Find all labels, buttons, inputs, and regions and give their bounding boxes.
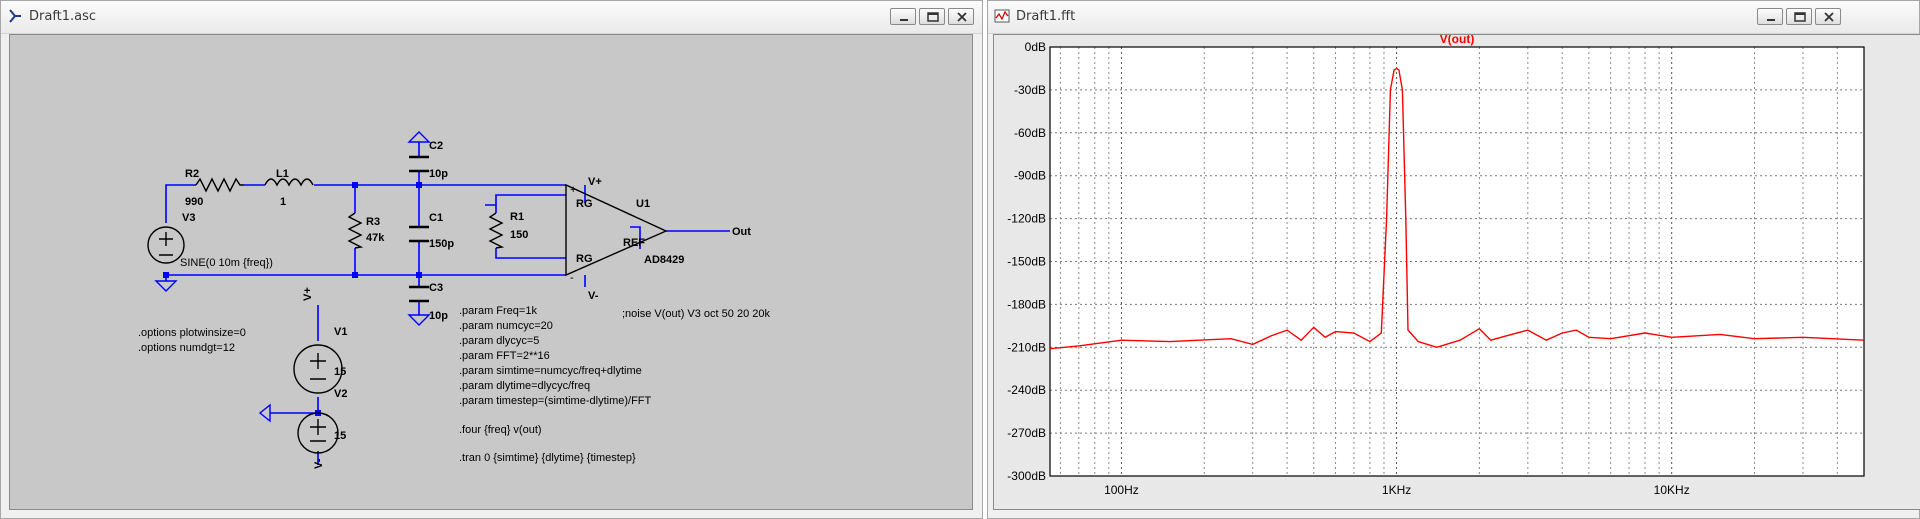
- label-r2-value: 990: [185, 196, 203, 208]
- label-rg-bottom: RG: [576, 253, 593, 265]
- label-r1-value: 150: [510, 229, 528, 241]
- directive-options-2[interactable]: .options numdgt=12: [138, 342, 235, 354]
- schematic-title: Draft1.asc: [29, 9, 97, 24]
- directive-param-7[interactable]: .param timestep=(simtime-dlytime)/FFT: [459, 395, 652, 407]
- label-v2-name: V2: [334, 388, 347, 400]
- fft-title: Draft1.fft: [1016, 9, 1076, 24]
- vcc-c2: [407, 131, 431, 143]
- label-r1-name: R1: [510, 211, 524, 223]
- label-ref-pin: REF: [623, 237, 645, 249]
- minimize-icon: [1767, 19, 1775, 21]
- y-tick-label: -240dB: [1007, 383, 1046, 397]
- schematic-titlebar[interactable]: Draft1.asc: [1, 1, 982, 34]
- label-rg-top: RG: [576, 198, 593, 210]
- directive-four[interactable]: .four {freq} v(out): [459, 424, 542, 436]
- label-v1-value: 15: [334, 366, 346, 378]
- directive-tran[interactable]: .tran 0 {simtime} {dlytime} {timestep}: [459, 452, 636, 464]
- label-u1-name: U1: [636, 198, 650, 210]
- r1-symbol: [488, 212, 505, 249]
- label-u1-model: AD8429: [644, 254, 684, 266]
- r3-symbol: [347, 212, 364, 249]
- wire-r1-top: [495, 194, 566, 205]
- label-v3-value: SINE(0 10m {freq}): [180, 257, 273, 269]
- directive-param-2[interactable]: .param numcyc=20: [459, 320, 553, 332]
- fft-plot-canvas[interactable]: V(out) 0dB -30dB -60dB -90dB -120dB -150dB -18…: [993, 32, 1920, 510]
- y-tick-label: -180dB: [1007, 297, 1046, 311]
- label-out-net: Out: [732, 226, 751, 238]
- c3-symbol: [409, 285, 429, 303]
- y-tick-label: 0dB: [1025, 40, 1046, 54]
- y-tick-label: -270dB: [1007, 426, 1046, 440]
- close-icon: [1824, 12, 1834, 22]
- y-tick-label: -120dB: [1007, 212, 1046, 226]
- label-l1-value: 1: [280, 196, 286, 208]
- restore-icon: [1794, 12, 1806, 22]
- fft-restore-button[interactable]: [1786, 8, 1812, 25]
- schematic-drawing: R2 990 L1 1 V3 SINE(0 10m {freq}) R3 47k…: [138, 131, 770, 469]
- schematic-window[interactable]: Draft1.asc R2 990 L1 1 V3 SINE(0 10m {fr…: [0, 0, 983, 519]
- label-r2-name: R2: [185, 168, 199, 180]
- restore-button[interactable]: [919, 8, 945, 25]
- label-vminus-pin: V-: [588, 290, 599, 302]
- label-supply-vplus: V+: [302, 287, 314, 301]
- wire-bottom: [165, 273, 566, 276]
- ground-supply: [258, 403, 271, 423]
- label-vplus-pin: V+: [588, 176, 602, 188]
- label-r3-name: R3: [366, 216, 380, 228]
- c1-symbol: [409, 225, 429, 243]
- x-tick-label: 1KHz: [1382, 483, 1411, 497]
- label-v2-value: 15: [334, 430, 346, 442]
- label-c2-name: C2: [429, 140, 443, 152]
- fft-close-button[interactable]: [1815, 8, 1841, 25]
- label-c3-name: C3: [429, 282, 443, 294]
- ground-c3: [407, 314, 431, 326]
- label-r3-value: 47k: [366, 232, 385, 244]
- ground-v3: [154, 280, 178, 292]
- directive-options-1[interactable]: .options plotwinsize=0: [138, 327, 246, 339]
- x-tick-label: 10KHz: [1654, 483, 1690, 497]
- label-v3-name: V3: [182, 212, 195, 224]
- fft-plot-window[interactable]: Draft1.fft V(out) 0dB -30dB -60dB -90dB -120…: [987, 0, 1920, 519]
- r2-symbol: [195, 177, 244, 193]
- l1-symbol: [264, 178, 314, 187]
- label-plus-pin: +: [570, 184, 576, 196]
- y-tick-label: -30dB: [1014, 83, 1046, 97]
- directive-param-1[interactable]: .param Freq=1k: [459, 305, 537, 317]
- label-c1-value: 150p: [429, 238, 454, 250]
- y-tick-label: -90dB: [1014, 169, 1046, 183]
- label-c3-value: 10p: [429, 310, 448, 322]
- y-tick-label: -60dB: [1014, 126, 1046, 140]
- label-v1-name: V1: [334, 326, 347, 338]
- restore-icon: [927, 12, 939, 22]
- x-tick-label: 100Hz: [1104, 483, 1139, 497]
- waveform-icon: [994, 9, 1010, 23]
- label-minus-pin: -: [570, 272, 574, 284]
- directive-param-6[interactable]: .param dlytime=dlycyc/freq: [459, 380, 590, 392]
- c2-symbol: [409, 155, 429, 173]
- minimize-button[interactable]: [890, 8, 916, 25]
- y-tick-label: -210dB: [1007, 340, 1046, 354]
- y-tick-label: -150dB: [1007, 255, 1046, 269]
- y-tick-label: -300dB: [1007, 469, 1046, 483]
- close-button[interactable]: [948, 8, 974, 25]
- label-l1-name: L1: [276, 168, 289, 180]
- minimize-icon: [900, 19, 908, 21]
- directive-param-3[interactable]: .param dlycyc=5: [459, 335, 539, 347]
- directive-param-4[interactable]: .param FFT=2**16: [459, 350, 550, 362]
- fft-minimize-button[interactable]: [1757, 8, 1783, 25]
- label-c1-name: C1: [429, 212, 443, 224]
- schematic-canvas[interactable]: R2 990 L1 1 V3 SINE(0 10m {freq}) R3 47k…: [9, 34, 973, 510]
- ltspice-schematic-icon: [9, 9, 21, 23]
- directive-noise[interactable]: ;noise V(out) V3 oct 50 20 20k: [622, 308, 770, 320]
- directive-param-5[interactable]: .param simtime=numcyc/freq+dlytime: [459, 365, 642, 377]
- label-c2-value: 10p: [429, 168, 448, 180]
- fft-chart[interactable]: V(out) 0dB -30dB -60dB -90dB -120dB -150dB -18…: [994, 32, 1920, 509]
- chart-title-vout[interactable]: V(out): [1440, 32, 1475, 46]
- label-supply-vminus: V-: [313, 458, 325, 469]
- fft-titlebar[interactable]: Draft1.fft: [988, 1, 1919, 34]
- close-icon: [957, 12, 967, 22]
